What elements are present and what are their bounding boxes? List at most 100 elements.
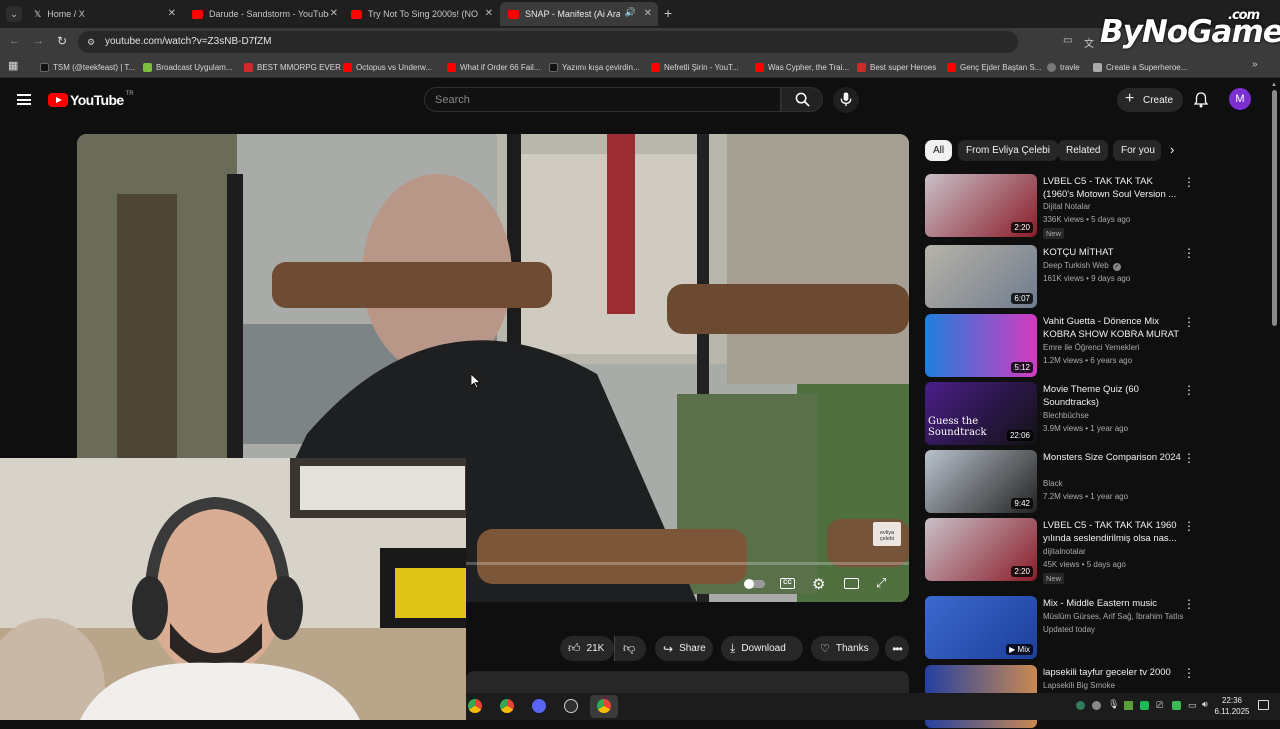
video-title[interactable]: Mix - Middle Eastern music	[1043, 597, 1181, 610]
chrome-active-app-icon[interactable]	[590, 695, 618, 718]
tab-home-x[interactable]: 𝕏 Home / X ✕	[26, 2, 182, 26]
obs-app-icon[interactable]	[564, 699, 578, 713]
translate-icon[interactable]: 文	[1084, 35, 1094, 50]
more-options-icon[interactable]: ⋮	[1183, 598, 1195, 610]
recommendation-item[interactable]: 6:07 KOTÇU MİTHAT Deep Turkish Web ✓ 161…	[925, 245, 1195, 309]
channel-name[interactable]: Dijital Notalar	[1043, 202, 1091, 211]
tab-snap-manifest[interactable]: SNAP - Manifest (Ai Arabe 🔊 ✕	[500, 2, 658, 26]
channel-name[interactable]: Lapsekili Big Smoke	[1043, 681, 1115, 690]
video-title[interactable]: LVBEL C5 - TAK TAK TAK (1960's Motown So…	[1043, 175, 1181, 201]
video-title[interactable]: Vahit Guetta - Dönence Mix KOBRA SHOW KO…	[1043, 315, 1181, 341]
chips-next-icon[interactable]: ›	[1170, 142, 1174, 157]
clock-time[interactable]: 22:36	[1214, 696, 1250, 705]
video-thumbnail[interactable]: 6:07	[925, 245, 1037, 308]
tray-icon[interactable]: ⎚	[1156, 700, 1163, 711]
tab-search-button[interactable]: ⌄	[6, 6, 22, 22]
more-options-icon[interactable]: ⋮	[1183, 316, 1195, 328]
avatar[interactable]: M	[1229, 88, 1251, 110]
bookmark-item[interactable]: Broadcast Uygulam...	[143, 60, 232, 74]
channel-name[interactable]: Deep Turkish Web ✓	[1043, 261, 1121, 271]
channel-name[interactable]: Black	[1043, 479, 1063, 488]
channel-name[interactable]: Blechbüchse	[1043, 411, 1089, 420]
chrome-app-icon[interactable]	[468, 699, 482, 713]
video-thumbnail[interactable]: 2:20	[925, 174, 1037, 237]
chip-from-channel[interactable]: From Evliya Çelebi	[958, 140, 1058, 161]
channel-watermark[interactable]: evliya çelebi	[873, 522, 901, 546]
channel-name[interactable]: Müslüm Gürses, Arif Sağ, İbrahim Tatlıse…	[1043, 612, 1183, 621]
video-title[interactable]: lapsekili tayfur geceler tv 2000	[1043, 666, 1181, 679]
reload-icon[interactable]: ↻	[57, 34, 67, 48]
bookmark-item[interactable]: What if Order 66 Fail...	[447, 60, 540, 74]
close-tab-icon[interactable]: ✕	[485, 8, 493, 19]
search-input[interactable]: Search	[424, 87, 781, 112]
more-options-icon[interactable]: ⋮	[1183, 452, 1195, 464]
back-icon[interactable]: ←	[9, 35, 20, 47]
bookmark-item[interactable]: Genç Ejder Baştan S...	[947, 60, 1041, 74]
scrollbar-up-icon[interactable]: ▲	[1270, 82, 1278, 88]
download-button[interactable]: ⤓ Download	[721, 636, 803, 661]
more-options-icon[interactable]: ⋮	[1183, 667, 1195, 679]
network-icon[interactable]: ▭	[1188, 700, 1197, 711]
video-thumbnail[interactable]: 5:12	[925, 314, 1037, 377]
site-info-icon[interactable]: ⚙	[87, 31, 95, 53]
discord-app-icon[interactable]	[532, 699, 546, 713]
tray-icon[interactable]	[1076, 701, 1085, 710]
page-scrollbar[interactable]: ▲	[1270, 82, 1278, 720]
recommendation-item[interactable]: 9:42 Monsters Size Comparison 2024 Black…	[925, 450, 1195, 514]
recommendation-item[interactable]: Guess the Soundtrack 22:06 Movie Theme Q…	[925, 382, 1195, 446]
tab-try-not-to-sing[interactable]: Try Not To Sing 2000s! (NOSTAL ✕	[343, 2, 499, 26]
voice-search-button[interactable]	[833, 87, 859, 113]
video-title[interactable]: Monsters Size Comparison 2024	[1043, 451, 1181, 464]
create-button[interactable]: + Create	[1117, 88, 1183, 112]
bookmark-item[interactable]: Was Cypher, the Trai...	[755, 60, 849, 74]
recommendation-item[interactable]: 5:12 Vahit Guetta - Dönence Mix KOBRA SH…	[925, 314, 1195, 378]
settings-gear-icon[interactable]: ⚙	[812, 575, 825, 593]
more-options-icon[interactable]: ⋮	[1183, 247, 1195, 259]
apps-grid-icon[interactable]: ▦	[8, 59, 18, 72]
new-tab-button[interactable]: +	[664, 5, 672, 21]
subtitles-icon[interactable]: CC	[780, 578, 795, 589]
clock-date[interactable]: 6.11.2025	[1214, 707, 1250, 716]
like-button[interactable]: 👍︎ 21K	[560, 636, 614, 661]
video-thumbnail[interactable]: 2:20	[925, 518, 1037, 581]
more-options-icon[interactable]: ⋮	[1183, 176, 1195, 188]
close-tab-icon[interactable]: ✕	[644, 8, 652, 19]
close-tab-icon[interactable]: ✕	[330, 8, 338, 19]
more-bookmarks-icon[interactable]: »	[1252, 59, 1258, 70]
tab-darude[interactable]: Darude - Sandstorm - YouTube ✕	[184, 2, 344, 26]
bookmark-item[interactable]: Create a Superheroe...	[1093, 60, 1187, 74]
miniplayer-icon[interactable]	[844, 578, 859, 589]
video-title[interactable]: LVBEL C5 - TAK TAK TAK 1960 yılında sesl…	[1043, 519, 1181, 545]
recommendation-item[interactable]: 2:20 LVBEL C5 - TAK TAK TAK (1960's Moto…	[925, 174, 1195, 239]
video-thumbnail[interactable]: ▶ Mix	[925, 596, 1037, 659]
bookmark-item[interactable]: Octopus vs Underw...	[343, 60, 432, 74]
cast-icon[interactable]: ▭	[1063, 35, 1072, 46]
tray-icon[interactable]	[1092, 701, 1101, 710]
close-tab-icon[interactable]: ✕	[168, 8, 176, 19]
chip-all[interactable]: All	[925, 140, 953, 161]
video-title[interactable]: KOTÇU MİTHAT	[1043, 246, 1181, 259]
thanks-button[interactable]: ♡ Thanks	[811, 636, 879, 661]
menu-icon[interactable]	[17, 94, 31, 105]
channel-name[interactable]: Emre ile Öğrenci Yemekleri	[1043, 343, 1139, 352]
chip-for-you[interactable]: For you	[1113, 140, 1161, 161]
audio-playing-icon[interactable]: 🔊	[625, 7, 636, 18]
chrome-profile-app-icon[interactable]	[500, 699, 514, 713]
share-button[interactable]: ↪ Share	[655, 636, 713, 661]
recommendation-item[interactable]: 2:20 LVBEL C5 - TAK TAK TAK 1960 yılında…	[925, 518, 1195, 584]
bookmark-item[interactable]: BEST MMORPG EVER	[244, 60, 341, 74]
chip-related[interactable]: Related	[1058, 140, 1109, 161]
channel-name[interactable]: dijitalnotalar	[1043, 547, 1086, 556]
search-button[interactable]	[781, 87, 823, 112]
recommendation-item[interactable]: ▶ Mix Mix - Middle Eastern music Müslüm …	[925, 596, 1195, 660]
bookmark-item[interactable]: Best super Heroes	[857, 60, 936, 74]
volume-icon[interactable]: 🔊︎	[1202, 699, 1208, 710]
dislike-button[interactable]: 👎︎	[614, 636, 646, 661]
notifications-bell-icon[interactable]	[1194, 92, 1208, 108]
tray-icon[interactable]	[1172, 701, 1181, 710]
tray-icon[interactable]	[1140, 701, 1149, 710]
more-actions-button[interactable]: •••	[885, 636, 909, 661]
bookmark-item[interactable]: travle	[1047, 60, 1080, 74]
video-thumbnail[interactable]: Guess the Soundtrack 22:06	[925, 382, 1037, 445]
forward-icon[interactable]: →	[33, 35, 44, 47]
